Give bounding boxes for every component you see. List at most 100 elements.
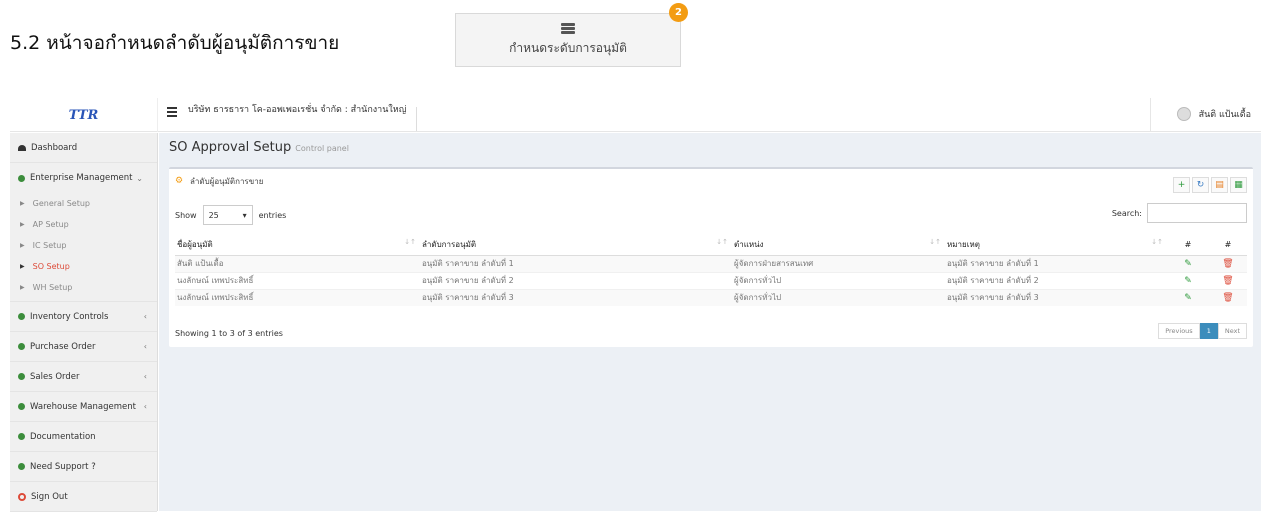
sidebar-subitem-ic[interactable]: ▶ IC Setup [10,235,157,256]
sidebar-label: Enterprise Management [30,173,133,183]
cell-order: อนุมัติ ราคาขาย ลำดับที่ 2 [420,271,732,289]
sidebar-label: Need Support ? [30,461,96,472]
circle-icon [18,343,25,350]
sidebar-subitem-wh[interactable]: ▶ WH Setup [10,277,157,298]
entries-label: entries [258,210,287,220]
search-label: Search: [1111,208,1142,218]
box-header: ⚙ ลำดับผู้อนุมัติการขาย [169,169,1253,193]
sidebar-item-enterprise[interactable]: Enterprise Management ⌄ [10,163,157,193]
add-icon[interactable]: + [1173,177,1190,193]
trash-icon[interactable]: 🗑 [1209,276,1247,286]
logo-text: TTR [68,107,99,123]
trash-icon[interactable]: 🗑 [1209,259,1247,269]
table-row: สันติ แป้นเดื้อ อนุมัติ ราคาขาย ลำดับที่… [175,254,1247,272]
user-name: สันติ แป้นเดื้อ [1198,110,1251,120]
subitem-label: IC Setup [32,241,67,250]
chevron-left-icon: ‹ [143,342,147,351]
column-label: หมายเหตุ [947,240,980,250]
sort-icon: ↓↑ [1151,238,1163,247]
table-row: นงลักษณ์ เทพประสิทธิ์ อนุมัติ ราคาขาย ลำ… [175,271,1247,289]
chevron-down-icon: ▾ [242,210,247,220]
topbar: TTR บริษัท ธารธารา โค-ออพเพอเรชั่น จำกัด… [10,98,1261,132]
pdf-icon[interactable]: ▤ [1211,177,1228,193]
column-header[interactable]: ตำแหน่ง ↓↑ [732,235,945,256]
next-button[interactable]: Next [1217,323,1247,339]
avatar [1176,107,1191,121]
excel-icon[interactable]: ▦ [1230,177,1247,193]
cell-order: อนุมัติ ราคาขาย ลำดับที่ 3 [420,288,732,306]
company-name: บริษัท ธารธารา โค-ออพเพอเรชั่น จำกัด : ส… [188,106,418,131]
trash-icon[interactable]: 🗑 [1209,293,1247,303]
column-label: # [1224,240,1232,250]
sidebar-label: Purchase Order [30,341,96,352]
sidebar-label: Inventory Controls [30,311,109,322]
page-subtitle: Control panel [295,144,349,153]
chevron-left-icon: ‹ [143,372,147,381]
column-header[interactable]: ชื่อผู้อนุมัติ ↓↑ [175,235,420,256]
chevron-down-icon: ⌄ [136,173,143,183]
column-label: ตำแหน่ง [734,240,764,250]
sidebar-label: Warehouse Management [30,401,136,412]
approval-table: ชื่อผู้อนุมัติ ↓↑ ลำดับการอนุมัติ ↓↑ ตำแหน… [175,235,1247,306]
cell-order: อนุมัติ ราคาขาย ลำดับที่ 1 [420,254,732,272]
entries-select[interactable]: 25 ▾ [202,205,253,225]
approval-level-button[interactable]: กำหนดระดับการอนุมัติ [455,13,681,67]
circle-icon [18,373,25,380]
column-header[interactable]: ลำดับการอนุมัติ ↓↑ [420,235,732,256]
cell-approver: สันติ แป้นเดื้อ [175,254,420,272]
subitem-label: WH Setup [32,283,73,292]
entries-value: 25 [208,210,219,220]
refresh-icon[interactable]: ↻ [1192,177,1209,193]
approval-box: ⚙ ลำดับผู้อนุมัติการขาย + ↻ ▤ ▦ Show 25 ▾… [169,167,1253,347]
gears-icon: ⚙ [175,176,184,186]
length-control: Show 25 ▾ entries [175,205,286,225]
search-input[interactable] [1147,203,1247,223]
sidebar-item-documentation[interactable]: Documentation [10,422,157,452]
column-header[interactable]: หมายเหตุ ↓↑ [945,235,1167,256]
show-label: Show [175,210,197,220]
sidebar-item-support[interactable]: Need Support ? [10,452,157,482]
column-label: ชื่อผู้อนุมัติ [177,240,213,250]
previous-button[interactable]: Previous [1158,323,1200,339]
menu-toggle-icon[interactable] [167,107,177,117]
cell-position: ผู้จัดการทั่วไป [732,288,945,306]
sidebar-item-inventory[interactable]: Inventory Controls ‹ [10,302,157,332]
sort-icon: ↓↑ [929,238,941,247]
logo[interactable]: TTR [10,98,158,132]
cell-position: ผู้จัดการฝ่ายสารสนเทศ [732,254,945,272]
cell-note: อนุมัติ ราคาขาย ลำดับที่ 1 [945,254,1167,272]
app-window: TTR บริษัท ธารธารา โค-ออพเพอเรชั่น จำกัด… [10,98,1261,512]
power-icon [18,492,26,501]
dashboard-icon [18,144,26,151]
pagination: Previous 1 Next [1158,323,1247,339]
column-label: # [1184,240,1192,250]
edit-icon[interactable]: ✎ [1169,259,1207,269]
chevron-left-icon: ‹ [143,312,147,321]
sidebar-subitem-so[interactable]: ▶ SO Setup [10,256,157,277]
box-title: ลำดับผู้อนุมัติการขาย [190,176,264,186]
sort-icon: ↓↑ [404,238,416,247]
cell-approver: นงลักษณ์ เทพประสิทธิ์ [175,271,420,289]
column-header[interactable]: # [1167,235,1207,256]
sidebar-subitem-general[interactable]: ▶ General Setup [10,193,157,214]
subitem-label: SO Setup [32,262,70,271]
user-menu[interactable]: สันติ แป้นเดื้อ [1176,107,1251,121]
circle-icon [18,403,25,410]
search-control: Search: [1112,203,1247,223]
column-header[interactable]: # [1207,235,1247,256]
sidebar-item-signout[interactable]: Sign Out [10,482,157,512]
cell-note: อนุมัติ ราคาขาย ลำดับที่ 3 [945,288,1167,306]
subitem-label: AP Setup [32,220,69,229]
table-info: Showing 1 to 3 of 3 entries [175,329,283,338]
sidebar-item-warehouse[interactable]: Warehouse Management ‹ [10,392,157,422]
sidebar-item-purchase[interactable]: Purchase Order ‹ [10,332,157,362]
sidebar-item-sales[interactable]: Sales Order ‹ [10,362,157,392]
circle-icon [18,433,25,440]
sidebar-item-dashboard[interactable]: Dashboard [10,133,157,163]
sidebar-label: Documentation [30,431,96,442]
main-content: SO Approval Setup Control panel ⚙ ลำดับผู… [159,133,1261,511]
sidebar-subitem-ap[interactable]: ▶ AP Setup [10,214,157,235]
page-1-button[interactable]: 1 [1199,323,1218,339]
edit-icon[interactable]: ✎ [1169,276,1207,286]
edit-icon[interactable]: ✎ [1169,293,1207,303]
